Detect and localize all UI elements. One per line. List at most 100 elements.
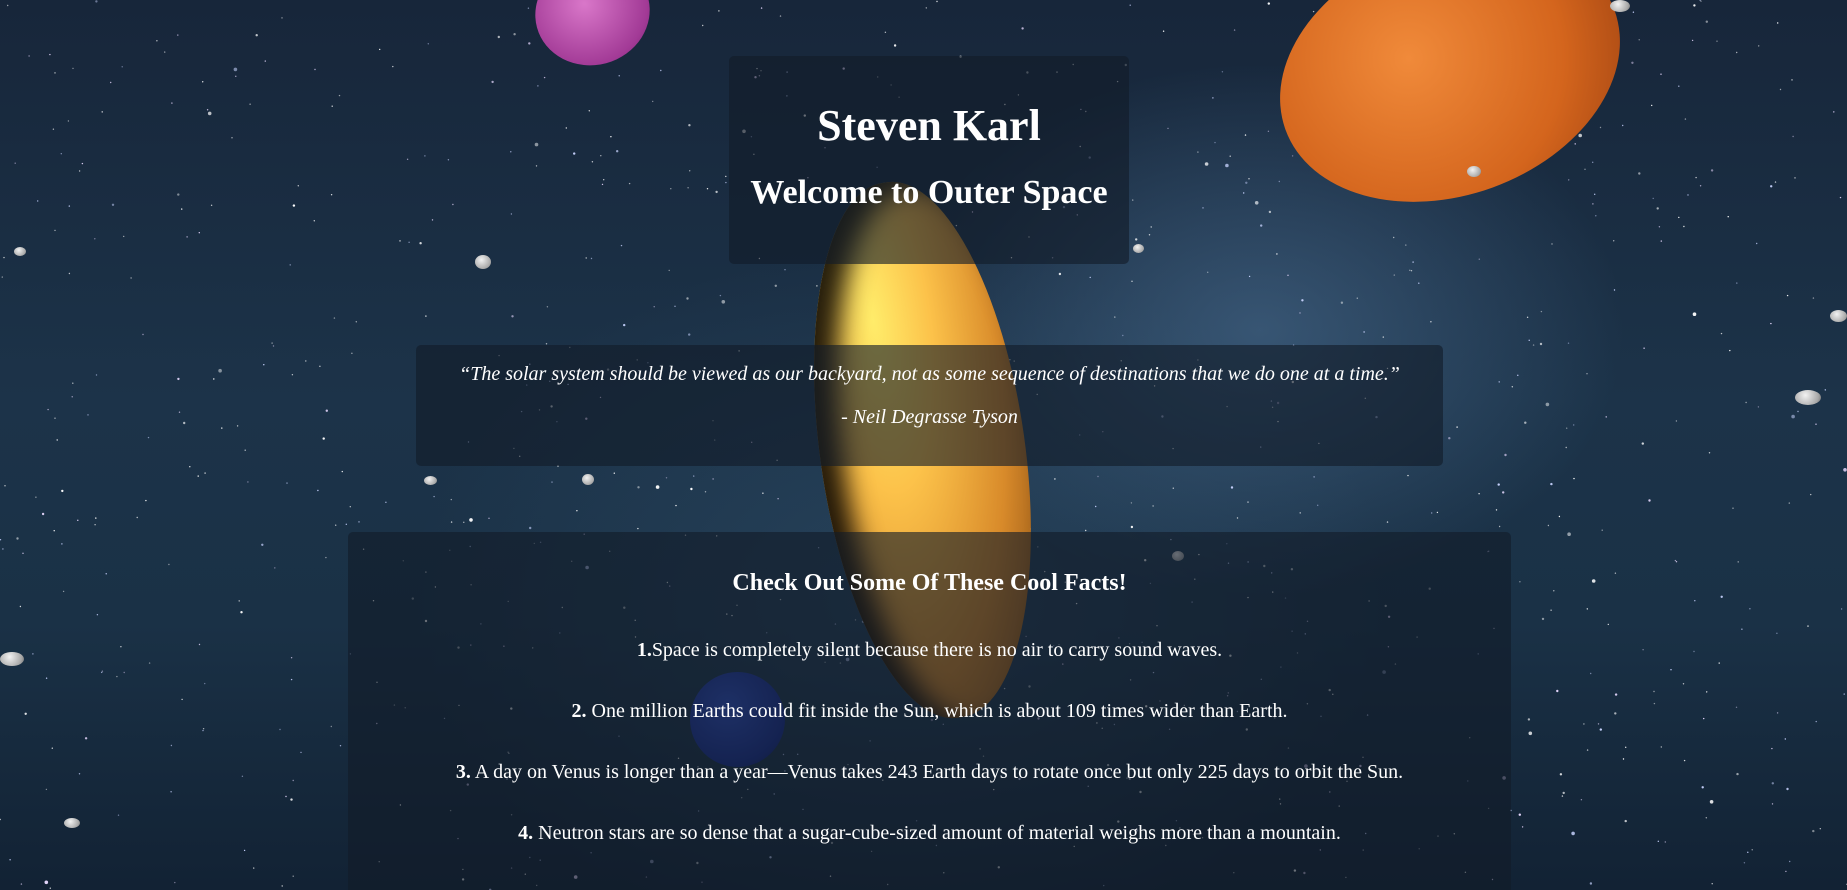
star <box>247 481 249 483</box>
star <box>1528 339 1530 341</box>
star <box>1810 493 1812 496</box>
star <box>221 427 223 429</box>
star <box>1559 773 1563 776</box>
star <box>297 185 299 187</box>
star <box>1736 282 1738 284</box>
star <box>72 67 74 70</box>
star <box>1130 502 1133 504</box>
star <box>1807 625 1809 627</box>
star <box>1561 795 1564 797</box>
star <box>236 425 239 427</box>
star <box>207 111 212 116</box>
star <box>44 880 49 885</box>
star <box>206 109 209 111</box>
star <box>702 24 704 27</box>
star <box>1363 331 1365 333</box>
star <box>1745 401 1747 404</box>
quote-text: “The solar system should be viewed as ou… <box>459 363 1400 385</box>
star <box>1276 253 1278 255</box>
star <box>1776 712 1779 714</box>
star <box>513 33 516 36</box>
star <box>653 306 655 308</box>
star <box>94 238 96 240</box>
star <box>1 276 3 278</box>
star <box>1085 529 1087 532</box>
star <box>534 142 539 147</box>
star <box>181 208 183 210</box>
star <box>1660 240 1663 242</box>
star <box>424 155 426 157</box>
star <box>1356 297 1359 299</box>
star <box>1710 169 1714 172</box>
star <box>261 543 264 546</box>
star <box>148 662 151 664</box>
star <box>204 682 206 685</box>
header-panel: Steven Karl Welcome to Outer Space <box>729 56 1129 264</box>
star <box>585 257 587 259</box>
star <box>1812 829 1815 833</box>
star <box>1550 482 1553 486</box>
star <box>1693 4 1696 7</box>
star <box>1683 225 1685 228</box>
star <box>255 34 258 37</box>
star <box>1254 201 1259 205</box>
star <box>170 791 172 793</box>
star <box>1747 851 1749 853</box>
star <box>289 264 291 266</box>
star <box>101 111 103 113</box>
star <box>174 881 176 884</box>
star <box>1622 758 1625 760</box>
star <box>1729 349 1731 352</box>
star <box>1267 2 1271 5</box>
star <box>156 40 158 42</box>
star <box>1743 862 1746 864</box>
star <box>1664 841 1667 843</box>
star <box>1601 529 1603 531</box>
star <box>111 203 115 206</box>
star <box>1478 258 1481 260</box>
star <box>1524 421 1527 424</box>
fact-number: 4. <box>518 822 534 844</box>
star <box>687 187 689 189</box>
asteroid <box>64 818 80 828</box>
star <box>433 495 435 498</box>
star <box>893 44 897 47</box>
star <box>61 489 64 493</box>
star <box>1518 813 1522 816</box>
star <box>35 496 37 498</box>
star <box>9 859 11 861</box>
star <box>1614 693 1618 696</box>
star <box>718 10 720 12</box>
star <box>1843 468 1847 472</box>
star <box>24 712 27 715</box>
star <box>213 378 215 380</box>
star <box>313 220 315 222</box>
star <box>510 151 512 153</box>
star <box>425 315 427 317</box>
star <box>164 51 166 53</box>
star <box>689 170 691 172</box>
star <box>317 489 319 492</box>
star <box>385 501 387 503</box>
star <box>0 539 2 541</box>
star <box>1675 420 1678 422</box>
star <box>1720 332 1723 335</box>
star <box>94 524 96 526</box>
star <box>1797 410 1799 413</box>
star <box>1340 301 1344 304</box>
star <box>1558 515 1561 518</box>
star <box>1784 738 1787 740</box>
star <box>32 653 34 655</box>
star <box>1545 402 1550 407</box>
star <box>290 678 293 681</box>
star <box>1409 269 1411 271</box>
star <box>936 0 938 3</box>
star <box>406 158 409 160</box>
star <box>1592 161 1594 163</box>
star <box>1556 689 1559 693</box>
star <box>543 76 546 79</box>
star <box>355 321 357 323</box>
star <box>333 317 336 319</box>
star <box>1607 623 1610 626</box>
star <box>1653 690 1655 693</box>
